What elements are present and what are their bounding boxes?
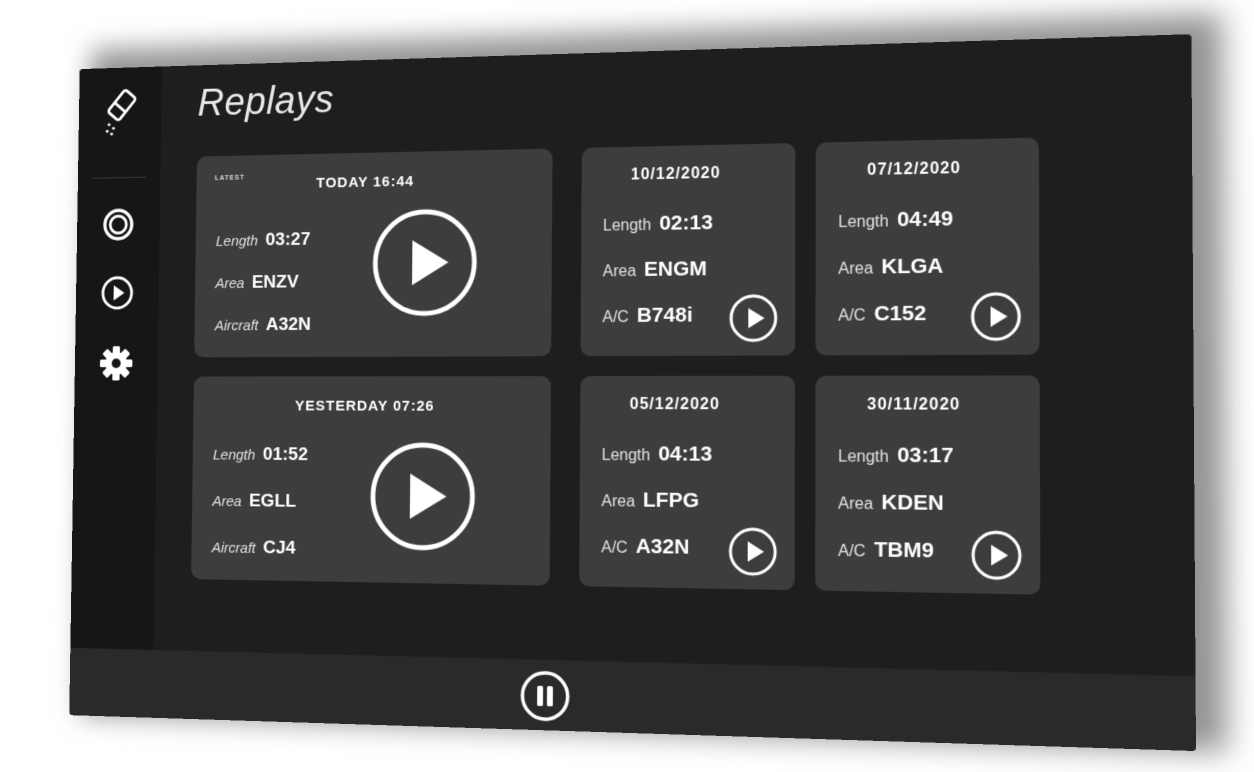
aircraft-row: A/C TBM9 bbox=[838, 537, 934, 563]
area-value: ENGM bbox=[643, 257, 707, 281]
play-icon bbox=[970, 529, 1023, 582]
replay-title: TODAY 16:44 bbox=[316, 173, 415, 192]
replay-card[interactable]: 10/12/2020 Length 02:13 Area ENGM A/C B7… bbox=[580, 143, 796, 357]
area-row: Area LFPG bbox=[601, 488, 699, 513]
aircraft-row: A/C C152 bbox=[838, 302, 926, 327]
sidebar-divider bbox=[92, 176, 146, 179]
length-value: 04:13 bbox=[658, 442, 713, 466]
latest-tag: LATEST bbox=[214, 174, 245, 182]
replay-date: 10/12/2020 bbox=[630, 164, 721, 184]
replay-date: 05/12/2020 bbox=[629, 396, 720, 414]
replay-card[interactable]: 07/12/2020 Length 04:49 Area KLGA A/C C1… bbox=[815, 137, 1040, 356]
length-value: 04:49 bbox=[897, 207, 954, 232]
eraser-icon[interactable] bbox=[96, 88, 143, 138]
area-row: Area EGLL bbox=[212, 490, 296, 512]
aircraft-row: A/C A32N bbox=[601, 534, 689, 560]
play-button[interactable] bbox=[969, 291, 1022, 348]
play-button[interactable] bbox=[369, 441, 477, 558]
play-button[interactable] bbox=[371, 207, 479, 323]
length-label: Length bbox=[601, 447, 651, 465]
length-value: 02:13 bbox=[659, 210, 713, 235]
length-value: 01:52 bbox=[262, 444, 309, 465]
pause-button[interactable] bbox=[519, 669, 570, 723]
sidebar bbox=[70, 66, 163, 650]
area-label: Area bbox=[602, 263, 637, 281]
play-button[interactable] bbox=[970, 529, 1023, 587]
aircraft-value: A32N bbox=[635, 534, 690, 559]
play-icon bbox=[969, 291, 1022, 343]
area-label: Area bbox=[601, 493, 636, 511]
main-content: Replays LATEST TODAY 16:44 Length 03:27 … bbox=[154, 34, 1196, 676]
length-label: Length bbox=[215, 232, 259, 250]
replay-card-featured[interactable]: LATEST TODAY 16:44 Length 03:27 Area ENZ… bbox=[194, 148, 553, 358]
area-label: Area bbox=[838, 260, 874, 278]
play-icon bbox=[727, 526, 778, 578]
length-label: Length bbox=[838, 213, 889, 232]
area-value: EGLL bbox=[248, 490, 297, 512]
length-label: Length bbox=[212, 446, 256, 464]
length-value: 03:17 bbox=[897, 443, 954, 468]
aircraft-label: Aircraft bbox=[214, 317, 259, 335]
aircraft-value: B748i bbox=[636, 303, 693, 327]
replay-date: 30/11/2020 bbox=[867, 396, 961, 414]
page-title: Replays bbox=[197, 78, 335, 125]
play-icon[interactable] bbox=[94, 268, 141, 318]
area-label: Area bbox=[838, 495, 874, 514]
aircraft-label: A/C bbox=[838, 307, 866, 325]
aircraft-value: CJ4 bbox=[262, 537, 296, 559]
stage: Replays LATEST TODAY 16:44 Length 03:27 … bbox=[0, 0, 1254, 772]
replay-title: YESTERDAY 07:26 bbox=[294, 397, 435, 415]
aircraft-label: A/C bbox=[602, 309, 629, 327]
aircraft-label: A/C bbox=[601, 539, 628, 557]
play-icon bbox=[728, 293, 779, 344]
area-row: Area ENZV bbox=[215, 272, 299, 294]
length-row: Length 03:17 bbox=[838, 443, 953, 468]
aircraft-value: C152 bbox=[873, 301, 927, 326]
record-icon[interactable] bbox=[95, 200, 142, 250]
aircraft-row: Aircraft A32N bbox=[215, 314, 311, 336]
replay-card[interactable]: 05/12/2020 Length 04:13 Area LFPG A/C A3… bbox=[579, 375, 796, 591]
screen: Replays LATEST TODAY 16:44 Length 03:27 … bbox=[69, 34, 1196, 752]
aircraft-label: Aircraft bbox=[211, 539, 256, 557]
area-row: Area KDEN bbox=[838, 490, 944, 516]
length-row: Length 02:13 bbox=[603, 211, 713, 237]
area-row: Area KLGA bbox=[838, 254, 943, 280]
aircraft-row: Aircraft CJ4 bbox=[212, 537, 296, 560]
pause-icon bbox=[519, 669, 570, 723]
play-button[interactable] bbox=[727, 526, 778, 583]
replay-card[interactable]: 30/11/2020 Length 03:17 Area KDEN A/C TB… bbox=[815, 375, 1041, 595]
length-value: 03:27 bbox=[265, 229, 311, 251]
aircraft-value: A32N bbox=[265, 314, 312, 335]
length-row: Length 04:49 bbox=[838, 207, 953, 233]
length-row: Length 04:13 bbox=[602, 442, 713, 467]
gear-icon[interactable] bbox=[92, 338, 140, 388]
play-icon bbox=[371, 207, 479, 318]
aircraft-label: A/C bbox=[837, 542, 866, 561]
area-row: Area ENGM bbox=[603, 257, 707, 282]
length-label: Length bbox=[602, 216, 652, 235]
replay-card-featured[interactable]: YESTERDAY 07:26 Length 01:52 Area EGLL A… bbox=[191, 376, 552, 586]
length-row: Length 01:52 bbox=[213, 444, 308, 466]
aircraft-value: TBM9 bbox=[873, 537, 934, 563]
area-label: Area bbox=[215, 275, 245, 292]
length-label: Length bbox=[838, 448, 889, 467]
area-value: KLGA bbox=[881, 254, 944, 279]
aircraft-row: A/C B748i bbox=[602, 304, 692, 329]
play-button[interactable] bbox=[728, 293, 779, 349]
area-value: LFPG bbox=[642, 488, 700, 513]
area-label: Area bbox=[212, 493, 242, 511]
area-value: KDEN bbox=[881, 490, 944, 516]
area-value: ENZV bbox=[251, 271, 299, 293]
length-row: Length 03:27 bbox=[216, 229, 311, 252]
play-icon bbox=[369, 441, 477, 553]
replay-date: 07/12/2020 bbox=[867, 159, 961, 179]
